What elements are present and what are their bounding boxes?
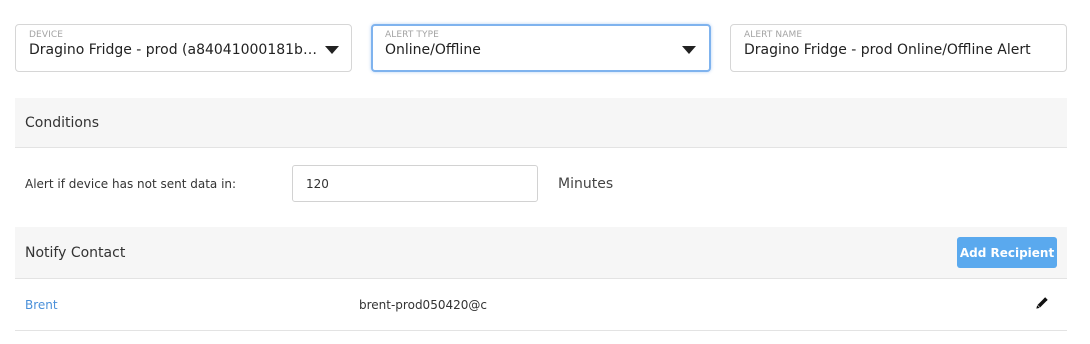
alert-name-value: Dragino Fridge - prod Online/Offline Ale… — [744, 42, 1031, 58]
conditions-row: Alert if device has not sent data in: Mi… — [15, 148, 1067, 226]
alert-name-label: ALERT NAME — [744, 30, 803, 40]
pencil-icon[interactable] — [1033, 296, 1049, 312]
conditions-title: Conditions — [25, 115, 100, 131]
minutes-input[interactable] — [292, 165, 538, 202]
contact-email: brent-prod050420@c — [359, 298, 487, 312]
conditions-header: Conditions — [15, 98, 1067, 148]
device-value: Dragino Fridge - prod (a84041000181bda..… — [29, 42, 321, 58]
device-select[interactable]: DEVICE Dragino Fridge - prod (a840410001… — [15, 24, 352, 72]
caret-down-icon — [325, 46, 339, 54]
alert-name-field[interactable]: ALERT NAME Dragino Fridge - prod Online/… — [730, 24, 1067, 72]
alert-type-value: Online/Offline — [385, 42, 481, 58]
condition-label: Alert if device has not sent data in: — [25, 177, 237, 191]
alert-type-label: ALERT TYPE — [385, 30, 439, 40]
add-recipient-button[interactable]: Add Recipient — [957, 237, 1057, 268]
alert-type-select[interactable]: ALERT TYPE Online/Offline — [371, 24, 711, 72]
table-row: Brent brent-prod050420@c — [15, 279, 1067, 331]
device-label: DEVICE — [29, 30, 63, 40]
alert-editor: DEVICE Dragino Fridge - prod (a840410001… — [0, 0, 1090, 344]
contact-name-link[interactable]: Brent — [25, 298, 58, 312]
caret-down-icon — [682, 46, 696, 54]
minutes-unit-label: Minutes — [558, 176, 614, 192]
notify-contact-header: Notify Contact Add Recipient — [15, 227, 1067, 279]
notify-contact-title: Notify Contact — [25, 245, 126, 261]
